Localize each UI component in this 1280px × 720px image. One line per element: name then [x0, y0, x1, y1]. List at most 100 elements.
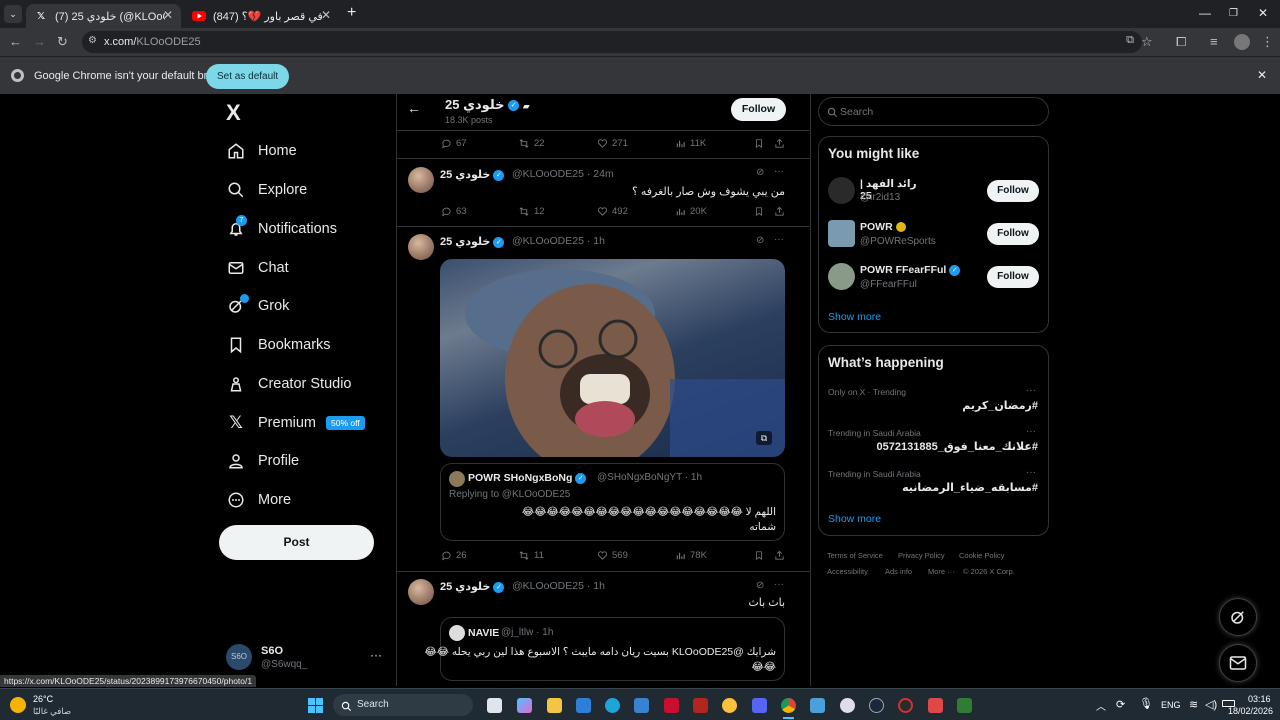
- restore-icon[interactable]: ❐: [1229, 8, 1238, 19]
- wifi-icon[interactable]: ≋: [1189, 698, 1198, 711]
- terminal-icon[interactable]: [957, 698, 972, 713]
- views-button[interactable]: 11K: [675, 138, 706, 149]
- reply-button[interactable]: 67: [441, 138, 467, 149]
- footer-link-privacy[interactable]: Privacy Policy: [898, 551, 945, 560]
- trend-name[interactable]: #رمضان_كريم: [962, 399, 1038, 412]
- messages-float-button[interactable]: [1219, 644, 1257, 682]
- reload-icon[interactable]: ↻: [57, 34, 68, 50]
- site-info-icon[interactable]: ⚙: [88, 35, 97, 46]
- share-button[interactable]: [774, 550, 789, 561]
- acrobat-icon[interactable]: [664, 698, 679, 713]
- tweet-more-icon[interactable]: ···: [774, 166, 784, 177]
- bookmark-button[interactable]: [754, 550, 768, 561]
- address-bar[interactable]: ⚙ x.com/KLOoODE25 ⧉: [82, 31, 1142, 53]
- alt-text-icon[interactable]: ⧉: [756, 431, 772, 445]
- tab-youtube[interactable]: (847) حريق في قصر باور 💔؟ - ... ✕: [184, 4, 339, 28]
- nav-chat[interactable]: Chat: [226, 254, 289, 282]
- copilot-icon[interactable]: [517, 698, 532, 713]
- share-button[interactable]: [774, 206, 789, 217]
- close-tab-icon[interactable]: ✕: [163, 8, 173, 22]
- footer-link-terms[interactable]: Terms of Service: [827, 551, 883, 560]
- trend-more-icon[interactable]: ···: [1026, 385, 1036, 396]
- profile-avatar[interactable]: [1234, 34, 1250, 50]
- repost-button[interactable]: 22: [518, 138, 545, 149]
- trend-name[interactable]: #علانك_معنا_فوق_0572131885: [877, 440, 1038, 453]
- footer-link-cookie[interactable]: Cookie Policy: [959, 551, 1004, 560]
- like-button[interactable]: 492: [597, 206, 628, 217]
- back-icon[interactable]: ←: [9, 34, 22, 49]
- media-controls-icon[interactable]: ≡: [1210, 34, 1218, 49]
- tweet-author[interactable]: خلودي 25 ✓: [440, 580, 505, 593]
- nav-grok[interactable]: Grok: [226, 292, 289, 320]
- repost-button[interactable]: 11: [518, 550, 544, 561]
- repost-button[interactable]: 12: [518, 206, 545, 217]
- nav-explore[interactable]: Explore: [226, 176, 307, 204]
- taskbar-search[interactable]: Search: [333, 694, 473, 716]
- microphone-icon[interactable]: 🎙: [1139, 697, 1153, 710]
- nav-home[interactable]: Home: [226, 137, 297, 165]
- avatar[interactable]: [828, 263, 855, 290]
- app-icon[interactable]: [928, 698, 943, 713]
- weather-icon[interactable]: [10, 697, 26, 713]
- language-indicator[interactable]: ENG: [1161, 700, 1181, 710]
- footer-link-more[interactable]: More ···: [928, 567, 955, 576]
- close-tab-icon[interactable]: ✕: [321, 8, 331, 22]
- minimize-icon[interactable]: —: [1199, 6, 1211, 20]
- app-icon[interactable]: [840, 698, 855, 713]
- explorer-icon[interactable]: [547, 698, 562, 713]
- app-icon[interactable]: [634, 698, 649, 713]
- reply-button[interactable]: 63: [441, 206, 467, 217]
- follow-button[interactable]: Follow: [987, 223, 1039, 245]
- avatar[interactable]: [408, 234, 434, 260]
- nav-profile[interactable]: Profile: [226, 447, 299, 475]
- weather-temp[interactable]: 26°C: [33, 694, 53, 704]
- follow-button[interactable]: Follow: [987, 266, 1039, 288]
- tweet-more-icon[interactable]: ···: [774, 234, 784, 245]
- avatar[interactable]: [828, 177, 855, 204]
- search-box[interactable]: Search: [818, 97, 1049, 126]
- edge-icon[interactable]: [605, 698, 620, 713]
- app-icon[interactable]: [810, 698, 825, 713]
- nav-premium[interactable]: 𝕏 Premium 50% off: [226, 409, 365, 437]
- trend-name[interactable]: #مسابقه_ضياء_الرمضانيه: [902, 481, 1038, 494]
- volume-icon[interactable]: ◁): [1205, 698, 1217, 711]
- clock-time[interactable]: 03:16: [1248, 694, 1271, 704]
- tray-chevron-icon[interactable]: ︿: [1096, 698, 1106, 713]
- footer-link-ads[interactable]: Ads info: [885, 567, 912, 576]
- show-more-link[interactable]: Show more: [828, 311, 881, 323]
- close-window-icon[interactable]: ✕: [1258, 6, 1268, 20]
- follow-button[interactable]: Follow: [987, 180, 1039, 202]
- quoted-tweet[interactable]: POWR SHoNgxBoNg ✓ @SHoNgxBoNgYT · 1h Rep…: [440, 463, 785, 541]
- suggestion-name[interactable]: POWR: [860, 221, 906, 233]
- x-logo[interactable]: X: [226, 100, 241, 126]
- steam-icon[interactable]: [869, 698, 884, 713]
- tweet-photo[interactable]: ⧉: [440, 259, 785, 457]
- suggestion-name[interactable]: POWR FFearFFul ✓: [860, 264, 961, 276]
- trend-more-icon[interactable]: ···: [1026, 467, 1036, 478]
- avatar[interactable]: [408, 579, 434, 605]
- install-app-icon[interactable]: ⧉: [1126, 34, 1134, 47]
- reply-button[interactable]: 26: [441, 550, 467, 561]
- post-button[interactable]: Post: [219, 525, 374, 560]
- trend-more-icon[interactable]: ···: [1026, 426, 1036, 437]
- grok-explain-icon[interactable]: ⊘: [756, 167, 764, 178]
- like-button[interactable]: 271: [597, 138, 628, 149]
- like-button[interactable]: 569: [597, 550, 628, 561]
- chrome-menu-icon[interactable]: ⋮: [1261, 34, 1274, 50]
- chrome-icon[interactable]: [781, 698, 796, 713]
- grok-float-button[interactable]: [1219, 598, 1257, 636]
- start-button[interactable]: [308, 698, 323, 713]
- show-more-link[interactable]: Show more: [828, 513, 881, 525]
- tab-search-button[interactable]: ⌄: [4, 5, 22, 23]
- bookmark-button[interactable]: [754, 206, 768, 217]
- bookmark-star-icon[interactable]: ☆: [1141, 34, 1153, 50]
- task-view-icon[interactable]: [487, 698, 502, 713]
- app-icon[interactable]: [898, 698, 913, 713]
- avatar[interactable]: [408, 167, 434, 193]
- new-tab-button[interactable]: +: [347, 4, 356, 22]
- red-app-icon[interactable]: [693, 698, 708, 713]
- nav-creator-studio[interactable]: Creator Studio: [226, 370, 352, 398]
- share-button[interactable]: [774, 138, 789, 149]
- extensions-icon[interactable]: ⧠: [1176, 34, 1186, 50]
- close-infobar-icon[interactable]: ✕: [1257, 68, 1267, 82]
